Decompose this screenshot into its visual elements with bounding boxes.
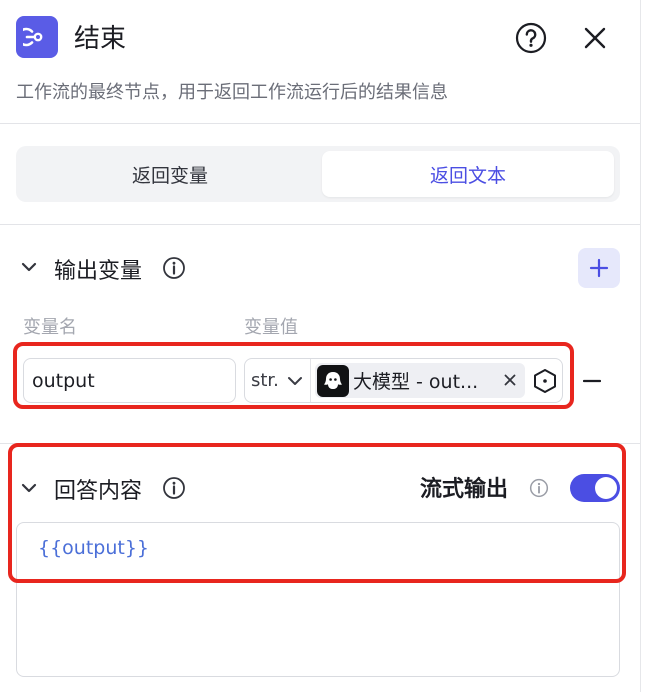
llm-model-icon [317, 364, 349, 397]
close-icon[interactable] [578, 21, 612, 55]
panel-right-border [640, 0, 641, 692]
section-divider [0, 443, 640, 444]
tabs-section: 返回变量 返回文本 [0, 124, 640, 225]
stream-info-icon[interactable] [527, 476, 551, 500]
reference-label: 大模型 - out... [353, 371, 479, 393]
clear-reference-icon[interactable] [499, 369, 521, 391]
variable-reference-tag[interactable]: 大模型 - out... [315, 363, 525, 398]
panel-header: 结束 工作流的最终节点，用于返回工作流运行后的结果信息 [0, 0, 640, 124]
add-variable-button[interactable] [578, 248, 620, 288]
help-icon[interactable] [514, 21, 548, 55]
answer-content-editor[interactable]: {{output}} [16, 522, 620, 677]
info-icon[interactable] [162, 476, 186, 500]
info-icon[interactable] [162, 256, 186, 280]
answer-content-text: {{output}} [38, 537, 150, 559]
collapse-answer-chevron-icon[interactable] [18, 477, 40, 499]
mode-tabs: 返回变量 返回文本 [16, 146, 620, 202]
node-description: 工作流的最终节点，用于返回工作流运行后的结果信息 [16, 82, 448, 103]
chevron-down-icon [287, 376, 303, 386]
variable-picker-icon[interactable] [531, 367, 559, 395]
output-section-title: 输出变量 [54, 259, 143, 284]
remove-variable-icon[interactable] [579, 368, 605, 394]
stream-output-label: 流式输出 [420, 477, 509, 502]
end-node-icon [16, 16, 58, 58]
variable-name-input[interactable]: output [23, 358, 236, 403]
answer-section-title: 回答内容 [54, 479, 143, 504]
type-select-value: str. [251, 370, 279, 391]
tab-return-variables[interactable]: 返回变量 [22, 151, 318, 197]
node-title: 结束 [74, 24, 127, 54]
variable-value-field: str. 大模型 - out... [244, 358, 563, 403]
column-header-value: 变量值 [244, 317, 298, 338]
stream-output-toggle[interactable] [570, 474, 620, 502]
toggle-knob [595, 477, 617, 499]
collapse-output-chevron-icon[interactable] [18, 256, 40, 278]
column-header-name: 变量名 [23, 317, 77, 338]
type-select[interactable]: str. [245, 359, 311, 402]
tab-return-text[interactable]: 返回文本 [322, 151, 614, 197]
